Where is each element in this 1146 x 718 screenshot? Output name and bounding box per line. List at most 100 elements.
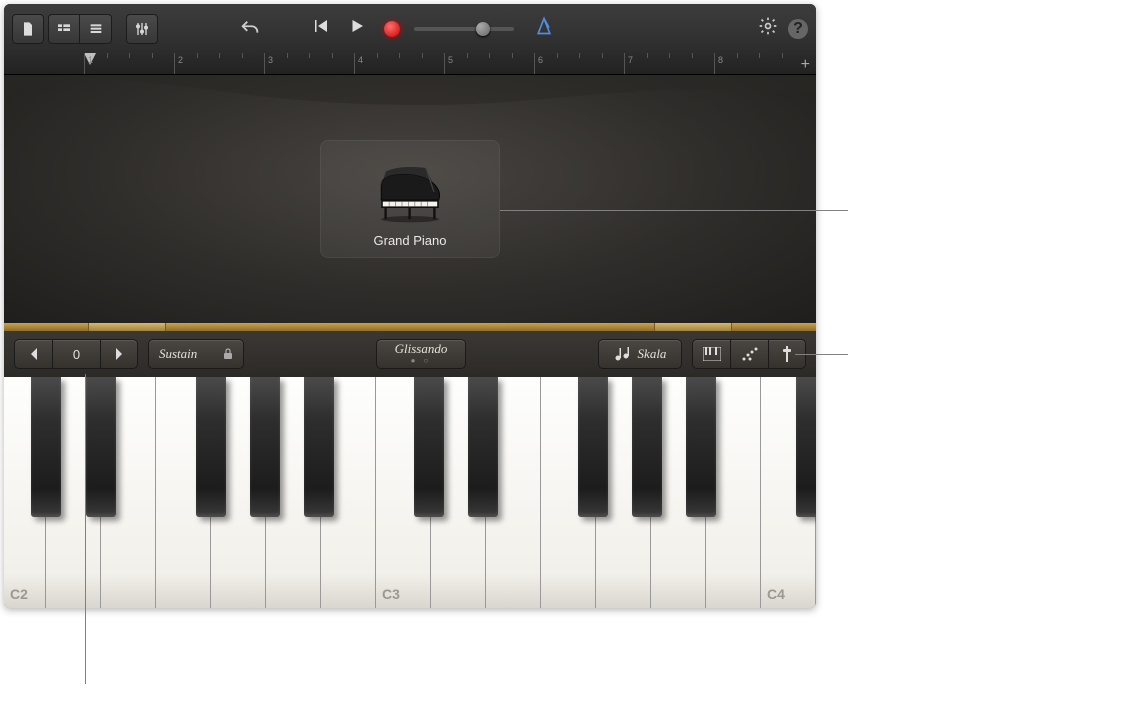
keyboard-icon (703, 347, 721, 361)
my-songs-button[interactable] (12, 14, 44, 44)
ruler-bar-marker: 8 (714, 53, 723, 74)
chevron-left-icon (29, 347, 39, 361)
goto-start-icon (312, 17, 330, 35)
ruler-beat-tick (309, 53, 310, 58)
play-mode-label: Glissando (395, 343, 448, 355)
piano-keyboard[interactable]: C2C3C4 (4, 377, 816, 608)
play-button[interactable] (348, 17, 366, 40)
top-toolbar: ? (4, 4, 816, 53)
play-icon (348, 17, 366, 35)
help-icon: ? (793, 20, 803, 38)
ruler-bar-marker: 2 (174, 53, 183, 74)
ruler-beat-tick (579, 53, 580, 58)
sustain-label: Sustain (159, 346, 197, 362)
list-icon (88, 21, 104, 37)
browser-toggle-group (48, 14, 112, 44)
keyboard-layout-button[interactable] (692, 339, 730, 369)
ruler-bar-marker: 6 (534, 53, 543, 74)
ruler-beat-tick (467, 53, 468, 58)
black-key[interactable] (250, 377, 280, 517)
arpeggio-icon (741, 347, 759, 361)
chevron-right-icon (114, 347, 124, 361)
ruler-beat-tick (287, 53, 288, 58)
ruler-beat-tick (692, 53, 693, 58)
undo-button[interactable] (236, 14, 264, 44)
gear-icon (758, 16, 778, 36)
black-key[interactable] (468, 377, 498, 517)
callout-line-layout (795, 354, 848, 355)
key-label: C2 (10, 586, 28, 602)
timeline-ruler[interactable]: 1 2 3 4 5 6 7 8 + (4, 53, 816, 75)
black-key[interactable] (796, 377, 816, 517)
octave-down-button[interactable] (14, 339, 52, 369)
arpeggiator-button[interactable] (730, 339, 768, 369)
loop-browser-button[interactable] (80, 14, 112, 44)
hinge-right (654, 323, 732, 331)
keyboard-layout-group (692, 339, 806, 369)
song-settings-button[interactable] (758, 16, 778, 41)
notes-icon (614, 347, 632, 361)
hinge-left (88, 323, 166, 331)
black-key[interactable] (196, 377, 226, 517)
undo-icon (239, 18, 261, 40)
instrument-stage: Grand Piano (4, 75, 816, 323)
black-key[interactable] (578, 377, 608, 517)
ruler-beat-tick (759, 53, 760, 58)
metronome-icon (534, 16, 554, 36)
black-key[interactable] (632, 377, 662, 517)
ruler-bar-marker: 4 (354, 53, 363, 74)
grand-piano-icon (370, 167, 450, 225)
octave-value-display[interactable]: 0 (52, 339, 100, 369)
ruler-bar-marker: 7 (624, 53, 633, 74)
ruler-beat-tick (602, 53, 603, 58)
page-dots: ● ○ (411, 355, 432, 367)
master-volume-slider[interactable] (414, 27, 514, 31)
black-key[interactable] (304, 377, 334, 517)
ruler-beat-tick (557, 53, 558, 58)
help-button[interactable]: ? (788, 19, 808, 39)
ruler-bar-marker: 1 (84, 53, 93, 74)
ruler-bar-marker: 3 (264, 53, 273, 74)
ruler-beat-tick (737, 53, 738, 58)
sustain-button[interactable]: Sustain (148, 339, 244, 369)
metronome-button[interactable] (534, 16, 554, 41)
slider-knob[interactable] (476, 22, 490, 36)
tracks-view-button[interactable] (48, 14, 80, 44)
ruler-beat-tick (647, 53, 648, 58)
lock-icon (223, 348, 233, 360)
key-label: C4 (767, 586, 785, 602)
instrument-name-label: Grand Piano (374, 233, 447, 248)
ruler-beat-tick (107, 53, 108, 58)
document-icon (20, 21, 36, 37)
track-controls-button[interactable] (126, 14, 158, 44)
vertical-slider-icon (782, 346, 792, 362)
stage-decoration (4, 75, 816, 115)
ruler-beat-tick (219, 53, 220, 58)
go-to-beginning-button[interactable] (312, 17, 330, 40)
octave-up-button[interactable] (100, 339, 138, 369)
ruler-beat-tick (332, 53, 333, 58)
ruler-beat-tick (377, 53, 378, 58)
black-key[interactable] (31, 377, 61, 517)
black-key[interactable] (86, 377, 116, 517)
ruler-beat-tick (512, 53, 513, 58)
callout-line-instrument (500, 210, 848, 211)
ruler-beat-tick (197, 53, 198, 58)
tracks-icon (56, 21, 72, 37)
ruler-beat-tick (399, 53, 400, 58)
scale-button[interactable]: Skala (598, 339, 682, 369)
play-mode-button[interactable]: Glissando ● ○ (376, 339, 466, 369)
black-key[interactable] (414, 377, 444, 517)
ruler-beat-tick (152, 53, 153, 58)
keyboard-control-strip: 0 Sustain Glissando ● ○ Skala (4, 331, 816, 377)
black-key[interactable] (686, 377, 716, 517)
ruler-beat-tick (129, 53, 130, 58)
ruler-beat-tick (242, 53, 243, 58)
add-section-button[interactable]: + (801, 56, 810, 74)
instrument-selector[interactable]: Grand Piano (320, 140, 500, 258)
ruler-beat-tick (782, 53, 783, 58)
ruler-beat-tick (422, 53, 423, 58)
ruler-bar-marker: 5 (444, 53, 453, 74)
record-button[interactable] (384, 21, 400, 37)
transport-controls (312, 17, 400, 40)
